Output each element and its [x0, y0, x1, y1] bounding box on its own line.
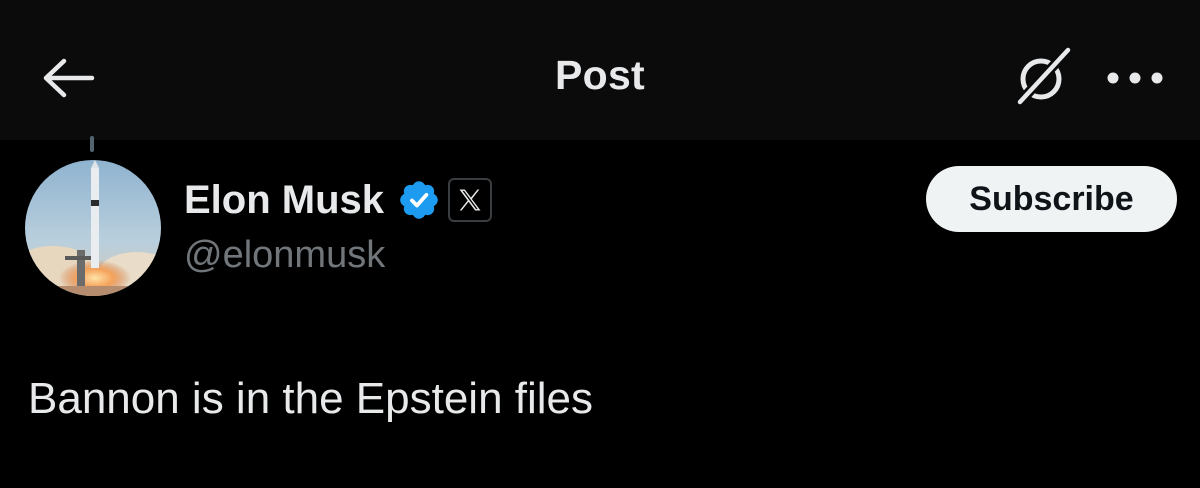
thread-connector: [90, 136, 94, 152]
avatar[interactable]: [25, 160, 161, 296]
post-text: Bannon is in the Epstein files: [28, 374, 594, 423]
x-logo-icon: [459, 189, 481, 211]
author-name-row: Elon Musk: [184, 172, 493, 228]
grok-icon: [1015, 45, 1073, 107]
grok-button[interactable]: [1008, 44, 1078, 110]
author-handle[interactable]: @elonmusk: [184, 234, 385, 277]
author-name[interactable]: Elon Musk: [184, 178, 384, 223]
verified-badge-icon: [400, 181, 438, 219]
more-options-button[interactable]: [1100, 56, 1170, 100]
more-dots-icon: [1107, 72, 1163, 84]
subscribe-button[interactable]: Subscribe: [926, 166, 1177, 232]
rocket-launch-avatar: [25, 160, 161, 296]
top-bar: Post: [0, 0, 1200, 140]
verified-badge[interactable]: [396, 177, 442, 223]
post-screen: Post Elon Musk @elonmusk Subscribe Banno…: [0, 0, 1200, 488]
affiliate-badge[interactable]: [448, 178, 493, 222]
